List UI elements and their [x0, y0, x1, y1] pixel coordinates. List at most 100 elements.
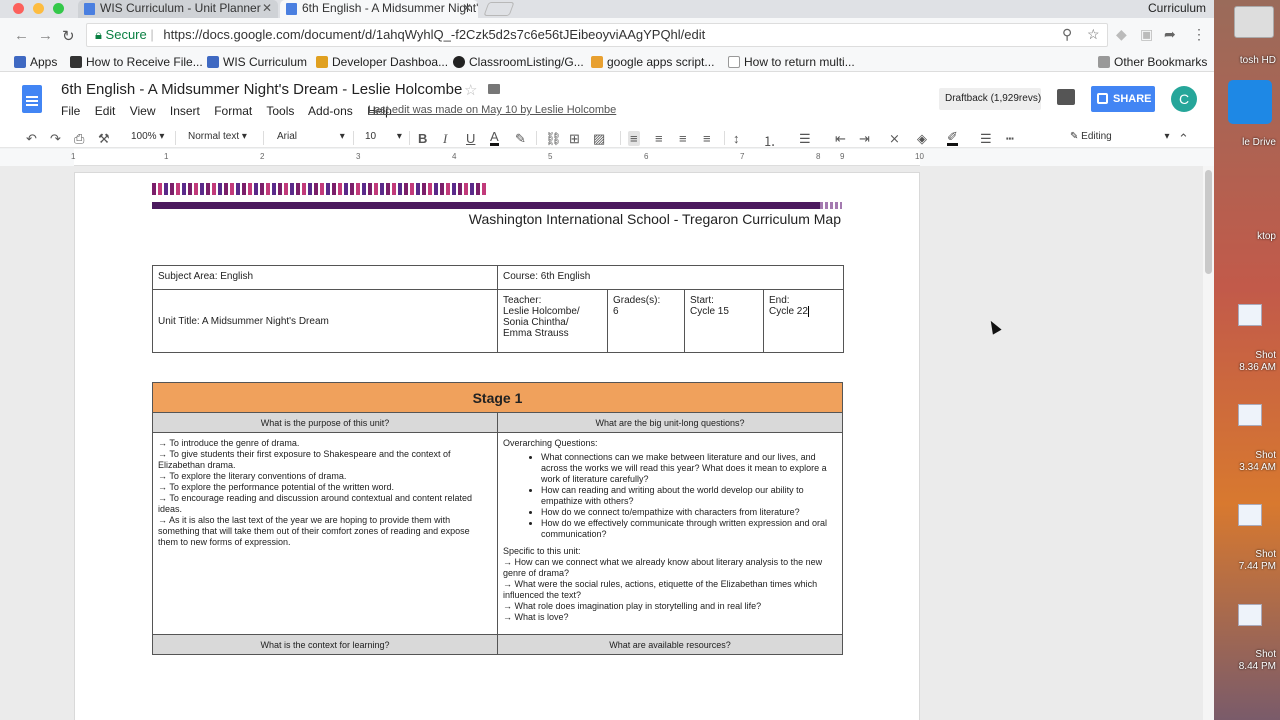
purpose-question-header[interactable]: What is the purpose of this unit? — [152, 412, 498, 433]
purpose-cell[interactable]: → To introduce the genre of drama. → To … — [152, 432, 498, 635]
subject-area-cell[interactable]: Subject Area: English — [152, 265, 498, 290]
tab-wis-curriculum[interactable]: WIS Curriculum - Unit Planner ✕ — [78, 0, 278, 18]
redo-icon[interactable]: ↷ — [50, 131, 61, 147]
grades-cell[interactable]: Grades(s): 6 — [607, 289, 685, 353]
folder-icon[interactable] — [488, 84, 500, 94]
chrome-menu-icon[interactable]: ⋮ — [1192, 26, 1206, 43]
bookmark-apps[interactable]: Apps — [14, 55, 57, 69]
close-tab-icon[interactable]: ✕ — [262, 1, 272, 15]
unit-title-cell[interactable]: Unit Title: A Midsummer Night's Dream — [152, 289, 498, 353]
teacher-cell[interactable]: Teacher: Leslie Holcombe/ Sonia Chintha/… — [497, 289, 608, 353]
line-spacing-icon[interactable]: ↕ — [733, 131, 740, 146]
end-cell[interactable]: End: Cycle 22 — [763, 289, 844, 353]
back-arrow-icon[interactable]: ← — [14, 27, 29, 44]
big-questions-header[interactable]: What are the big unit-long questions? — [497, 412, 843, 433]
vertical-scrollbar[interactable] — [1203, 166, 1214, 720]
last-edit-link[interactable]: Last edit was made on May 10 by Leslie H… — [368, 104, 616, 116]
increase-indent-icon[interactable]: ⇥ — [859, 131, 870, 147]
border-dash-icon[interactable]: ┅ — [1006, 131, 1014, 147]
stage-heading[interactable]: Stage 1 — [152, 382, 843, 413]
italic-icon[interactable]: I — [443, 131, 447, 147]
highlight-icon[interactable]: ✎ — [515, 131, 526, 147]
avatar[interactable]: C — [1171, 86, 1197, 112]
add-comment-icon[interactable]: ⊞ — [569, 131, 580, 147]
share-button[interactable]: SHARE — [1091, 86, 1155, 112]
paint-format-icon[interactable]: ⚒ — [98, 131, 110, 147]
font-select[interactable]: Arial ▾ — [277, 131, 345, 142]
star-icon[interactable]: ☆ — [464, 81, 477, 99]
bulleted-list-icon[interactable]: ☰ — [799, 131, 811, 147]
zoom-search-icon[interactable]: ⚲ — [1062, 26, 1072, 43]
document-title[interactable]: 6th English - A Midsummer Night's Dream … — [61, 81, 462, 98]
school-title[interactable]: Washington International School - Tregar… — [469, 211, 841, 227]
comments-icon[interactable] — [1057, 89, 1075, 105]
print-icon[interactable]: ⎙ — [74, 131, 84, 147]
menu-tools[interactable]: Tools — [266, 104, 294, 118]
document-page[interactable]: Washington International School - Tregar… — [74, 172, 920, 720]
big-questions-cell[interactable]: Overarching Questions: What connections … — [497, 432, 843, 635]
decrease-indent-icon[interactable]: ⇤ — [835, 131, 846, 147]
menu-view[interactable]: View — [130, 104, 156, 118]
text-color-icon[interactable]: A — [490, 130, 499, 146]
close-tab-icon[interactable]: ✕ — [462, 1, 472, 15]
start-cell[interactable]: Start: Cycle 15 — [684, 289, 764, 353]
hard-drive-icon[interactable] — [1234, 6, 1274, 38]
menu-format[interactable]: Format — [214, 104, 252, 118]
docs-logo-icon[interactable] — [22, 85, 42, 113]
undo-icon[interactable]: ↶ — [26, 131, 37, 147]
new-tab-button[interactable] — [483, 2, 515, 16]
numbered-list-icon[interactable]: ⒈ — [763, 131, 776, 150]
screenshot-file-icon[interactable] — [1238, 304, 1262, 326]
style-select[interactable]: Normal text ▾ — [188, 131, 247, 142]
ruler-track[interactable]: 1 1 2 3 4 5 6 7 8 9 10 — [71, 149, 924, 166]
link-icon[interactable]: ⛓ — [545, 131, 562, 147]
tab-midsummer-doc[interactable]: 6th English - A Midsummer Night's Dream … — [280, 0, 478, 18]
zoom-select[interactable]: 100% ▾ — [131, 131, 164, 142]
scrollbar-thumb[interactable] — [1205, 170, 1212, 274]
collapse-menu-icon[interactable]: ⌃ — [1178, 131, 1189, 147]
bookmark-apps-script[interactable]: google apps script... — [591, 55, 714, 69]
context-question-header[interactable]: What is the context for learning? — [152, 634, 498, 655]
reload-icon[interactable]: ↻ — [62, 27, 75, 45]
draftback-button[interactable]: Draftback (1,929revs) — [939, 88, 1041, 110]
bookmark-developer-dashboard[interactable]: Developer Dashboa... — [316, 55, 448, 69]
screenshot-file-icon[interactable] — [1238, 504, 1262, 526]
bookmark-return-multi[interactable]: How to return multi... — [728, 55, 855, 69]
border-color-icon[interactable]: ✐ — [947, 130, 958, 146]
course-cell[interactable]: Course: 6th English — [497, 265, 844, 290]
menu-insert[interactable]: Insert — [170, 104, 200, 118]
bookmark-classroom-listing[interactable]: ClassroomListing/G... — [453, 55, 584, 69]
menu-edit[interactable]: Edit — [95, 104, 116, 118]
extension-d-icon[interactable]: ▣ — [1140, 26, 1153, 43]
extension-icon[interactable]: ◆ — [1116, 26, 1127, 43]
justify-icon[interactable]: ≡ — [703, 131, 711, 146]
screenshot-file-icon[interactable] — [1238, 404, 1262, 426]
align-right-icon[interactable]: ≡ — [679, 131, 687, 146]
insert-image-icon[interactable]: ▨ — [593, 131, 605, 147]
resources-question-header[interactable]: What are available resources? — [497, 634, 843, 655]
share-arrow-icon[interactable]: ➦ — [1164, 26, 1176, 43]
bold-icon[interactable]: B — [418, 131, 427, 146]
border-width-icon[interactable]: ☰ — [980, 131, 992, 147]
bookmark-label: Apps — [30, 55, 58, 69]
forward-arrow-icon[interactable]: → — [38, 27, 53, 44]
bookmark-star-icon[interactable]: ☆ — [1087, 26, 1100, 43]
fill-color-icon[interactable]: ◈ — [917, 131, 927, 147]
screenshot-file-icon[interactable] — [1238, 604, 1262, 626]
bookmark-receive-file[interactable]: How to Receive File... — [70, 55, 203, 69]
google-drive-icon[interactable] — [1228, 80, 1272, 124]
font-size-select[interactable]: 10 ▾ — [365, 131, 402, 142]
minimize-window-button[interactable] — [33, 3, 44, 14]
url-input[interactable]: 🔒︎ Secure | https://docs.google.com/docu… — [86, 23, 1108, 47]
maximize-window-button[interactable] — [53, 3, 64, 14]
underline-icon[interactable]: U — [466, 131, 475, 146]
align-left-icon[interactable]: ≡ — [628, 131, 640, 146]
bookmark-wis-curriculum[interactable]: WIS Curriculum — [207, 55, 307, 69]
clear-formatting-icon[interactable]: ⨯ — [889, 131, 900, 147]
menu-addons[interactable]: Add-ons — [308, 104, 353, 118]
menu-file[interactable]: File — [61, 104, 80, 118]
editing-mode-select[interactable]: ✎ Editing ▾ — [1070, 131, 1170, 142]
close-window-button[interactable] — [13, 3, 24, 14]
other-bookmarks[interactable]: Other Bookmarks — [1098, 55, 1207, 69]
align-center-icon[interactable]: ≡ — [655, 131, 663, 146]
